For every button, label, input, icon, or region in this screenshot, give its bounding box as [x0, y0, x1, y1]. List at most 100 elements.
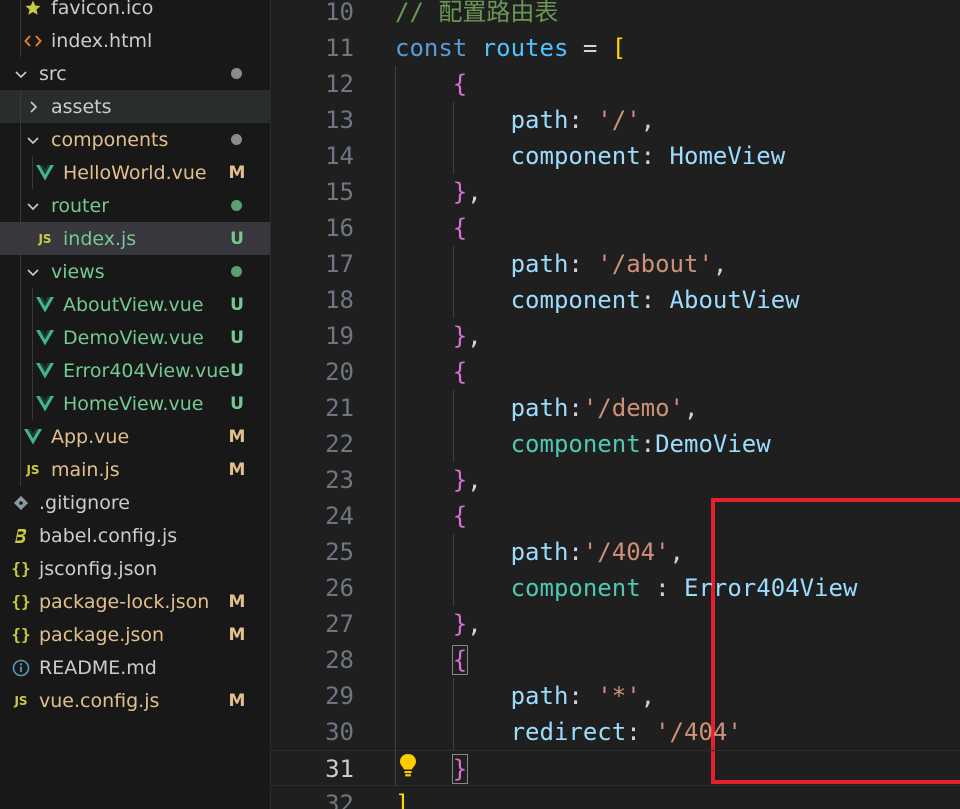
- indent-guide: [20, 222, 21, 255]
- explorer-file[interactable]: {} package.json M: [0, 618, 270, 651]
- code-token: :: [568, 106, 598, 134]
- git-status-badge: U: [230, 393, 244, 414]
- explorer-file[interactable]: index.html: [0, 24, 270, 57]
- indent-guide: [20, 420, 21, 453]
- code-line[interactable]: 17 path: '/about',: [271, 246, 960, 282]
- explorer-folder[interactable]: views: [0, 255, 270, 288]
- code-line[interactable]: 21 path:'/demo',: [271, 390, 960, 426]
- git-status-badge: M: [228, 690, 246, 711]
- code-editor[interactable]: 10// 配置路由表 11 const routes = [12 {13 path:…: [271, 0, 960, 809]
- indent-guide: [32, 387, 33, 420]
- indent-guide: [20, 90, 21, 123]
- explorer-file[interactable]: DemoView.vue U: [0, 321, 270, 354]
- code-line[interactable]: 12 {: [271, 66, 960, 102]
- explorer-folder[interactable]: src: [0, 57, 270, 90]
- git-status-badge: M: [228, 591, 246, 612]
- code-line[interactable]: 20 {: [271, 354, 960, 390]
- explorer-file[interactable]: favicon.ico: [0, 0, 270, 24]
- line-number: 18: [325, 286, 354, 314]
- babel-icon: [12, 525, 30, 547]
- explorer-folder[interactable]: assets: [0, 90, 270, 123]
- code-text: },: [395, 318, 482, 354]
- line-number: 14: [325, 142, 354, 170]
- code-line[interactable]: 28 {: [271, 642, 960, 678]
- line-number: 32: [325, 790, 354, 809]
- code-line[interactable]: 15 },: [271, 174, 960, 210]
- explorer-file[interactable]: JS index.js U: [0, 222, 270, 255]
- code-token: {: [452, 502, 468, 530]
- indent-guide: [20, 123, 21, 156]
- explorer-file[interactable]: Error404View.vue U: [0, 354, 270, 387]
- code-text: ]: [395, 786, 409, 809]
- code-text: component:DemoView: [395, 426, 771, 462]
- code-line[interactable]: 31 }: [271, 750, 960, 786]
- explorer-file[interactable]: JS vue.config.js M: [0, 684, 270, 717]
- git-status-badge: M: [228, 426, 246, 447]
- code-line[interactable]: 25 path:'/404',: [271, 534, 960, 570]
- code-line[interactable]: 26 component : Error404View: [271, 570, 960, 606]
- code-line[interactable]: 18 component: AboutView: [271, 282, 960, 318]
- explorer-file[interactable]: App.vue M: [0, 420, 270, 453]
- explorer-file[interactable]: {} package-lock.json M: [0, 585, 270, 618]
- explorer-file[interactable]: babel.config.js: [0, 519, 270, 552]
- explorer-item-label: favicon.ico: [51, 0, 154, 19]
- line-number: 31: [325, 755, 354, 783]
- indent-guide: [20, 0, 21, 24]
- line-number: 28: [325, 646, 354, 674]
- explorer-folder[interactable]: components: [0, 123, 270, 156]
- explorer-file[interactable]: JS main.js M: [0, 453, 270, 486]
- code-token: routes: [481, 34, 569, 62]
- code-line[interactable]: 10 // 配置路由表: [271, 0, 960, 30]
- code-token: {: [451, 645, 469, 675]
- explorer-item-label: babel.config.js: [39, 524, 178, 547]
- code-text: {: [395, 498, 467, 534]
- code-text: {: [395, 66, 467, 102]
- json-braces-icon: {}: [11, 592, 31, 611]
- code-line[interactable]: 19 },: [271, 318, 960, 354]
- indent-guide: [20, 156, 21, 189]
- code-line[interactable]: 23 },: [271, 462, 960, 498]
- vue-icon: [36, 360, 54, 382]
- code-text: path: '/',: [395, 102, 656, 138]
- explorer-item-label: assets: [51, 95, 112, 118]
- lightbulb-icon[interactable]: [397, 752, 419, 780]
- code-line[interactable]: 32]: [271, 786, 960, 809]
- code-line[interactable]: 22 component:DemoView: [271, 426, 960, 462]
- explorer-file[interactable]: HomeView.vue U: [0, 387, 270, 420]
- code-line[interactable]: 13 path: '/',: [271, 102, 960, 138]
- html-code-icon: [24, 30, 42, 52]
- code-token: '/demo': [582, 394, 684, 422]
- explorer-file[interactable]: .gitignore: [0, 486, 270, 519]
- code-line[interactable]: 27 },: [271, 606, 960, 642]
- explorer-folder[interactable]: router: [0, 189, 270, 222]
- vue-icon: [36, 393, 54, 415]
- code-token: ,: [467, 322, 482, 350]
- code-line[interactable]: 11 const routes = [: [271, 30, 960, 66]
- line-number: 25: [325, 538, 354, 566]
- indent-guide: [32, 156, 33, 189]
- code-token: }: [451, 754, 469, 784]
- indent-guide: [20, 321, 21, 354]
- code-line[interactable]: 16 {: [271, 210, 960, 246]
- chevron-down-icon: [24, 195, 42, 217]
- code-line[interactable]: 24 {: [271, 498, 960, 534]
- explorer-file[interactable]: AboutView.vue U: [0, 288, 270, 321]
- explorer-file[interactable]: README.md: [0, 651, 270, 684]
- code-line[interactable]: 14 component: HomeView: [271, 138, 960, 174]
- code-text: component: AboutView: [395, 282, 800, 318]
- explorer-file[interactable]: HelloWorld.vue M: [0, 156, 270, 189]
- explorer-file[interactable]: {} jsconfig.json: [0, 552, 270, 585]
- git-icon: [12, 492, 30, 514]
- indent-guide: [20, 387, 21, 420]
- code-text: },: [395, 462, 482, 498]
- vue-icon: [36, 327, 54, 349]
- code-token: '/': [597, 106, 641, 134]
- code-line[interactable]: 30 redirect: '/404': [271, 714, 960, 750]
- code-line[interactable]: 29 path: '*',: [271, 678, 960, 714]
- code-text: path:'/404',: [395, 534, 684, 570]
- folder-changes-dot: [231, 134, 242, 145]
- line-number: 23: [325, 466, 354, 494]
